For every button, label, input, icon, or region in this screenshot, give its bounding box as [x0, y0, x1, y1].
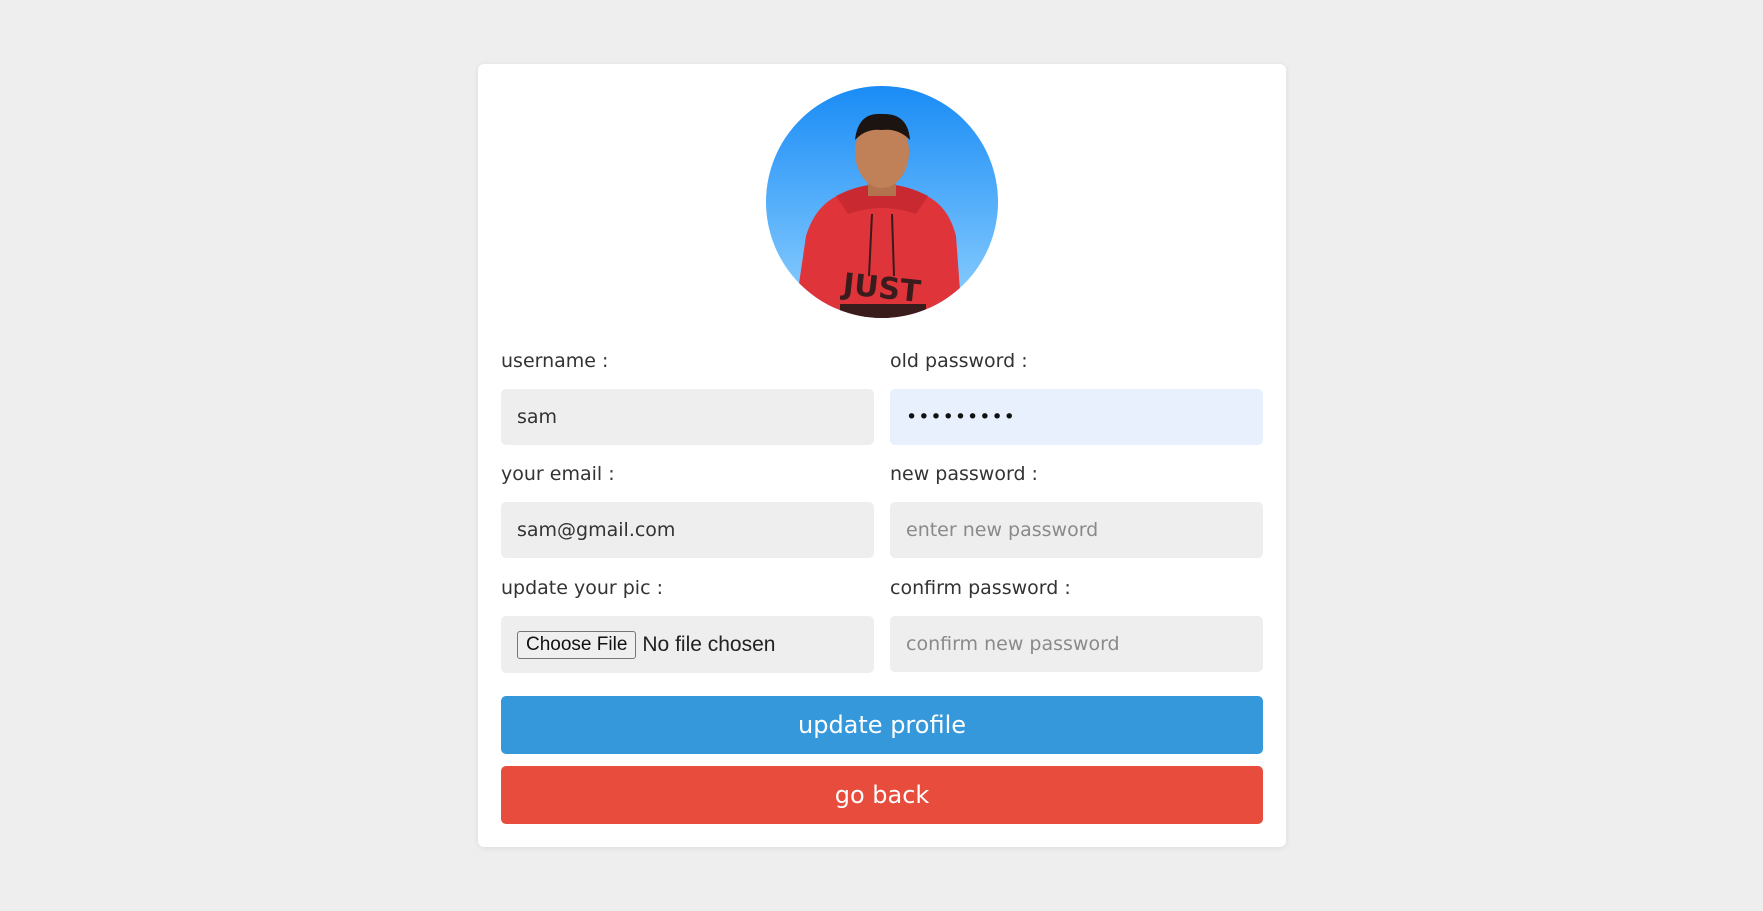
file-upload-field[interactable]: Choose File No file chosen: [501, 616, 874, 673]
confirm-password-label: confirm password :: [890, 577, 1071, 599]
confirm-password-input[interactable]: [890, 616, 1263, 672]
old-password-label: old password :: [890, 350, 1028, 372]
new-password-input[interactable]: [890, 502, 1263, 558]
username-label: username :: [501, 350, 609, 372]
new-password-label: new password :: [890, 463, 1038, 485]
update-profile-card: JUST username : old password : your emai…: [478, 64, 1286, 847]
old-password-input[interactable]: [890, 389, 1263, 445]
profile-avatar: JUST: [766, 86, 998, 318]
email-label: your email :: [501, 463, 615, 485]
email-input[interactable]: [501, 502, 874, 558]
update-pic-label: update your pic :: [501, 577, 663, 599]
choose-file-button[interactable]: Choose File: [517, 630, 637, 659]
username-input[interactable]: [501, 389, 874, 445]
file-status-text: No file chosen: [642, 632, 776, 656]
update-profile-button[interactable]: update profile: [501, 696, 1263, 754]
profile-photo: JUST: [766, 86, 998, 318]
go-back-button[interactable]: go back: [501, 766, 1263, 824]
